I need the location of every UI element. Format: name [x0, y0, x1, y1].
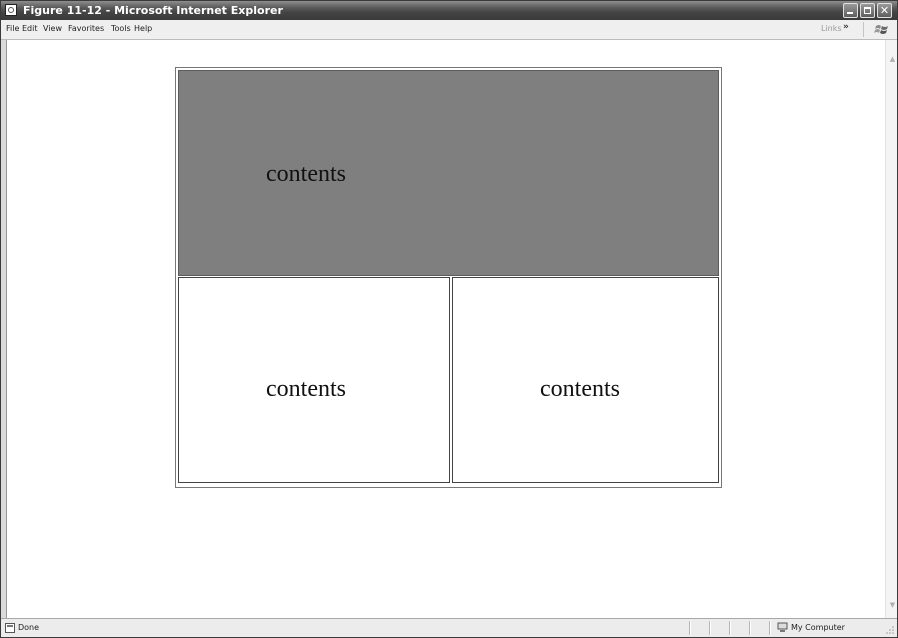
frameset: contents contents contents	[175, 67, 722, 488]
frame-bottom-left-text: contents	[266, 376, 346, 402]
frame-top[interactable]: contents	[178, 70, 719, 276]
page-done-icon	[5, 623, 15, 633]
status-divider	[709, 621, 711, 635]
minimize-button[interactable]	[843, 3, 858, 18]
menu-help[interactable]: Help	[134, 24, 152, 34]
frame-bottom-left[interactable]: contents	[178, 277, 450, 483]
status-divider	[769, 621, 771, 635]
links-toolbar-label[interactable]: Links	[821, 24, 842, 34]
scroll-down-arrow-icon[interactable]: ▼	[887, 600, 897, 611]
status-divider	[729, 621, 731, 635]
maximize-button[interactable]	[860, 3, 875, 18]
window-title: Figure 11-12 - Microsoft Internet Explor…	[23, 4, 283, 17]
ie-page-icon[interactable]	[5, 4, 17, 16]
menu-bar: File Edit View Favorites Tools Help Link…	[1, 20, 897, 40]
frame-top-text: contents	[266, 161, 346, 187]
resize-grip-icon[interactable]	[885, 625, 895, 635]
scroll-up-arrow-icon[interactable]: ▲	[887, 54, 897, 65]
frame-bottom-right[interactable]: contents	[452, 277, 719, 483]
links-chevron-icon[interactable]: »	[843, 22, 849, 32]
windows-flag-icon	[874, 25, 888, 34]
frame-bottom-right-text: contents	[540, 376, 620, 402]
menu-favorites[interactable]: Favorites	[68, 24, 104, 34]
my-computer-icon	[777, 622, 788, 632]
close-button[interactable]: ✕	[877, 3, 892, 18]
menu-edit[interactable]: Edit	[22, 24, 38, 34]
security-zone-text: My Computer	[791, 623, 845, 632]
status-bar: Done My Computer	[1, 618, 897, 637]
status-divider	[689, 621, 691, 635]
vertical-scrollbar[interactable]: ▲ ▼	[885, 40, 897, 618]
menu-file[interactable]: File	[6, 24, 19, 34]
title-bar[interactable]: Figure 11-12 - Microsoft Internet Explor…	[1, 1, 897, 20]
toolbar-divider	[863, 22, 864, 37]
menu-tools[interactable]: Tools	[111, 24, 131, 34]
status-text: Done	[18, 623, 40, 632]
browser-window: Figure 11-12 - Microsoft Internet Explor…	[0, 0, 898, 638]
menu-view[interactable]: View	[43, 24, 62, 34]
status-divider	[749, 621, 751, 635]
